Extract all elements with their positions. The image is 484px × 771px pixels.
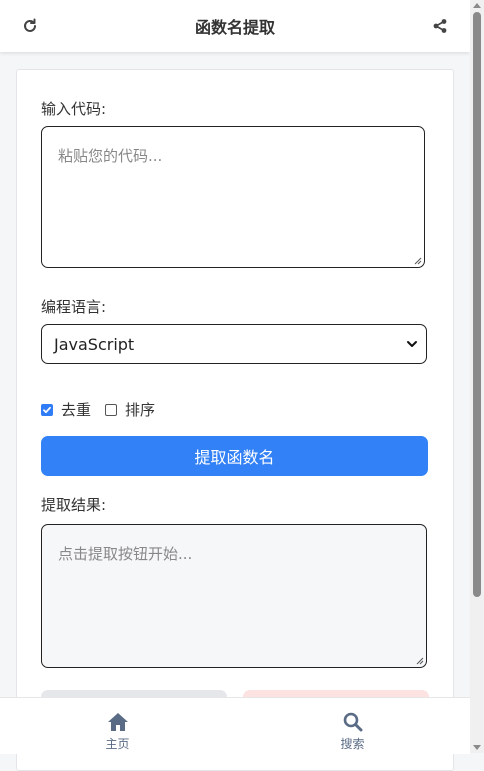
extract-form-card: 输入代码: 粘贴您的代码... 编程语言: JavaScript 去重 排序 提…: [16, 69, 454, 771]
result-output[interactable]: 点击提取按钮开始...: [41, 524, 427, 668]
nav-item-home[interactable]: 主页: [0, 698, 235, 754]
sort-checkbox[interactable]: [105, 403, 118, 416]
page-title: 函数名提取: [194, 18, 275, 37]
search-icon: [343, 712, 362, 732]
result-label: 提取结果:: [41, 496, 107, 514]
code-input[interactable]: 粘贴您的代码...: [41, 126, 425, 268]
dedupe-option[interactable]: 去重: [41, 399, 91, 420]
result-placeholder: 点击提取按钮开始...: [58, 545, 193, 563]
dedupe-label: 去重: [61, 401, 92, 419]
nav-label-search: 搜索: [340, 737, 365, 751]
top-app-bar: 函数名提取: [0, 0, 470, 52]
language-selected-value: JavaScript: [54, 334, 135, 354]
scrollbar-thumb[interactable]: [473, 12, 481, 597]
sort-label: 排序: [125, 401, 156, 419]
home-icon: [107, 713, 128, 731]
language-label: 编程语言:: [41, 298, 107, 316]
bottom-nav: 主页 搜索: [0, 697, 470, 754]
scroll-up-arrow-icon[interactable]: [473, 3, 481, 8]
resize-handle-icon[interactable]: [416, 657, 424, 665]
share-icon: [433, 19, 447, 33]
refresh-icon: [24, 18, 36, 32]
dedupe-checkbox[interactable]: [41, 403, 53, 416]
sort-option[interactable]: 排序: [105, 399, 155, 420]
scrollbar[interactable]: [470, 0, 484, 753]
options-row: 去重 排序: [41, 399, 169, 420]
share-button[interactable]: [428, 14, 452, 38]
resize-handle-icon[interactable]: [414, 257, 422, 265]
refresh-button[interactable]: [18, 14, 42, 38]
scroll-down-arrow-icon[interactable]: [473, 745, 481, 750]
code-input-placeholder: 粘贴您的代码...: [58, 147, 163, 165]
nav-item-search[interactable]: 搜索: [235, 698, 470, 754]
extract-button[interactable]: 提取函数名: [41, 436, 428, 476]
code-input-label: 输入代码:: [41, 100, 107, 118]
language-select[interactable]: JavaScript: [41, 324, 427, 364]
check-icon: [43, 406, 51, 413]
nav-label-home: 主页: [105, 737, 130, 751]
chevron-down-icon: [407, 341, 417, 347]
